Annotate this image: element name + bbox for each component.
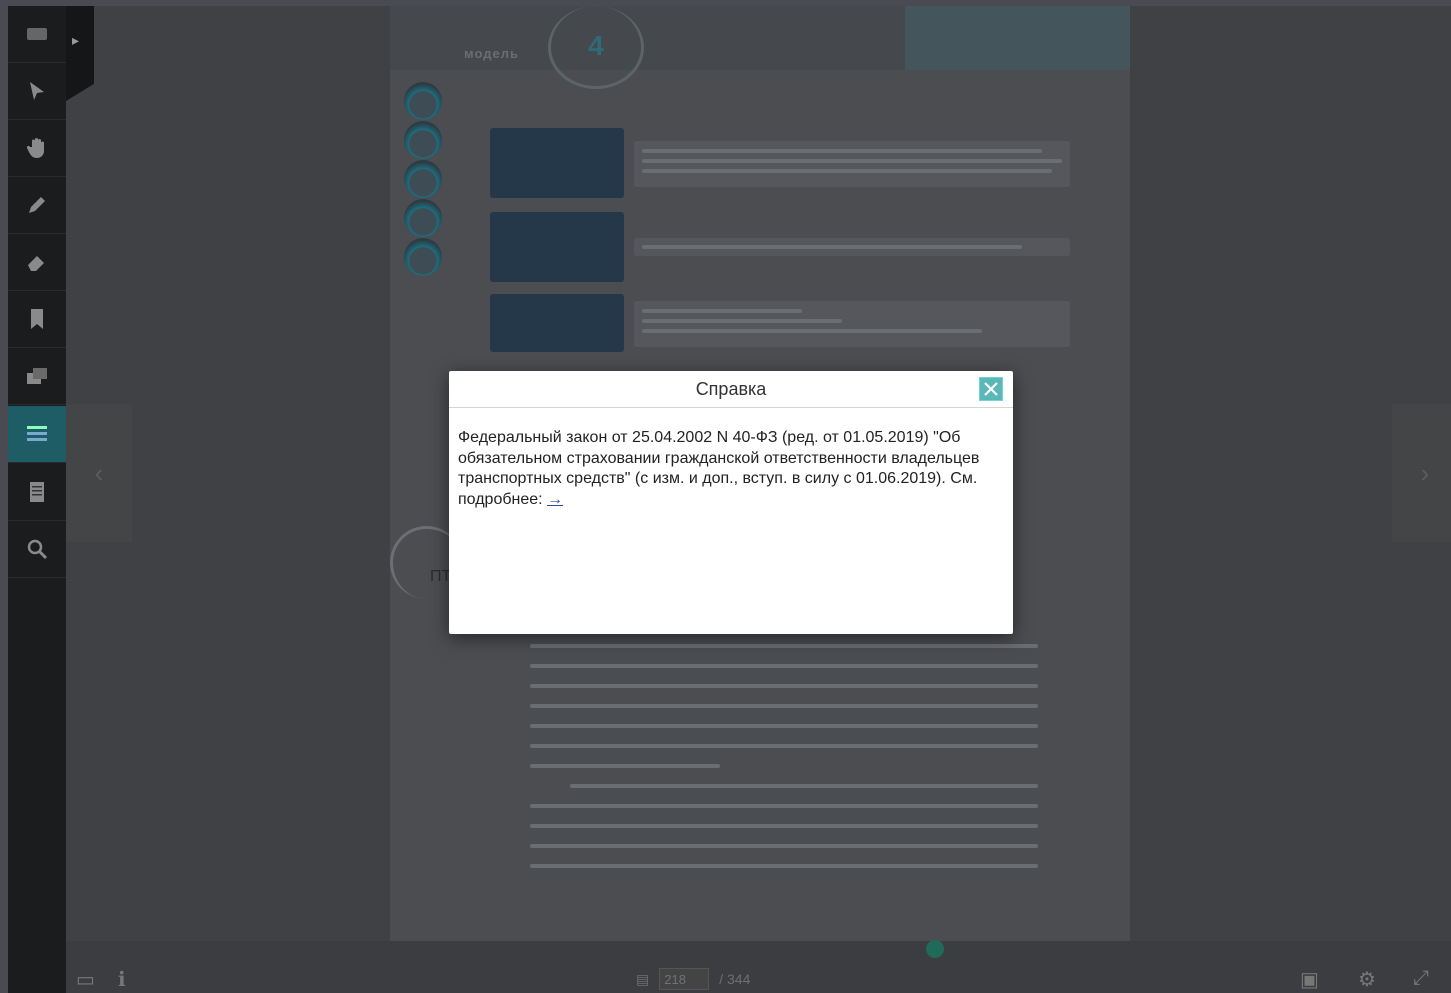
left-toolbar — [8, 6, 66, 993]
references-icon[interactable] — [8, 406, 66, 463]
page-header-band — [905, 6, 1130, 70]
toolbar-expand-tab[interactable]: ▸ — [66, 6, 94, 101]
hand-icon[interactable] — [8, 120, 66, 177]
search-icon[interactable] — [8, 521, 66, 578]
diagram-text — [634, 238, 1070, 256]
contents-icon[interactable] — [8, 464, 66, 521]
info-icon[interactable]: ℹ — [118, 967, 126, 992]
eraser-icon[interactable] — [8, 234, 66, 291]
next-page-button[interactable]: › — [1392, 404, 1451, 542]
diagram-label — [490, 294, 624, 352]
diagram-text — [634, 301, 1070, 347]
page-progress-marker[interactable] — [926, 940, 944, 958]
dialog-title: Справка — [695, 378, 767, 399]
chapter-label: модель — [464, 46, 519, 61]
decor-dot — [404, 160, 442, 198]
bottom-bar — [66, 941, 1451, 993]
cursor-icon[interactable] — [8, 63, 66, 120]
pencil-icon[interactable] — [8, 177, 66, 234]
diagram-label — [490, 128, 624, 198]
settings-gear-icon[interactable]: ⚙ — [1358, 967, 1376, 992]
thumbnails-icon[interactable] — [8, 6, 66, 63]
dialog-body: Федеральный закон от 25.04.2002 N 40-ФЗ … — [449, 408, 1013, 510]
diagram-label — [490, 212, 624, 282]
decor-dot — [404, 121, 442, 159]
chapter-number: 4 — [548, 6, 644, 89]
diagram-text — [634, 141, 1070, 187]
fit-page-icon[interactable]: ▣ — [1300, 967, 1319, 992]
prev-page-button[interactable]: ‹ — [66, 404, 132, 542]
more-details-link[interactable]: → — [547, 491, 563, 508]
notes-icon[interactable] — [8, 348, 66, 405]
two-page-view-icon[interactable]: ▭ — [76, 967, 95, 992]
decor-dot — [404, 199, 442, 237]
close-icon — [984, 382, 998, 396]
expand-arrow-icon: ▸ — [72, 32, 80, 48]
dialog-header: Справка — [449, 371, 1013, 408]
page-number-input[interactable] — [659, 968, 710, 990]
close-button[interactable] — [979, 377, 1003, 401]
total-pages: / 344 — [719, 971, 751, 987]
reference-dialog: Справка Федеральный закон от 25.04.2002 … — [449, 371, 1013, 634]
bookmark-icon[interactable] — [8, 291, 66, 348]
reference-text: Федеральный закон от 25.04.2002 N 40-ФЗ … — [458, 429, 980, 508]
decor-dot — [404, 238, 442, 276]
fullscreen-icon[interactable]: ⤢ — [1413, 967, 1429, 990]
document-icon: ▤ — [636, 970, 650, 987]
page-indicator: ▤ / 344 — [636, 968, 750, 990]
decor-dot — [404, 82, 442, 120]
